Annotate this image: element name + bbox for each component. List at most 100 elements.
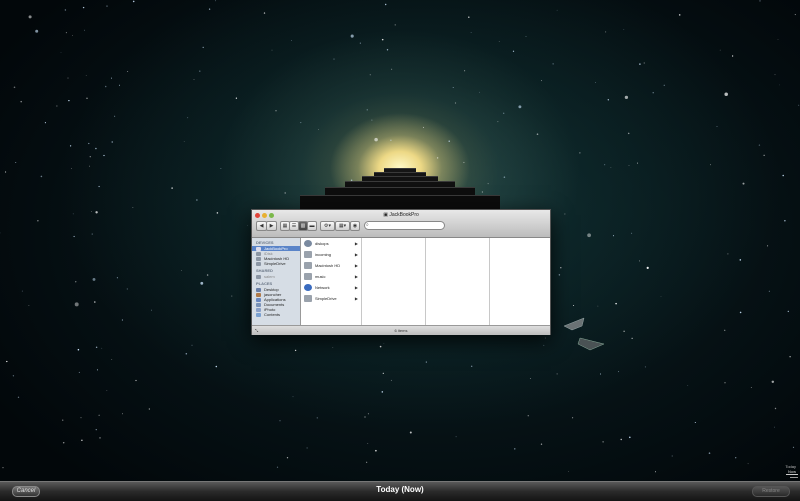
star [63,442,64,443]
star [91,211,92,212]
sidebar-item-salem[interactable]: salem [252,274,300,279]
star [135,380,136,381]
star [557,10,558,11]
star [186,353,188,355]
star [127,288,128,289]
star [284,192,285,193]
star [384,343,385,344]
star [41,176,43,178]
star [15,162,16,163]
star [572,417,573,418]
star [86,98,87,99]
star [488,183,489,184]
star [778,39,779,40]
restore-button[interactable]: Restore [752,486,790,497]
star [579,152,580,153]
quick-look-button[interactable]: ◉ [350,221,360,231]
star [196,199,197,200]
star [81,440,82,441]
star [740,312,742,314]
finder-column-4[interactable] [490,238,549,325]
server-icon [256,275,261,279]
star [764,155,765,156]
forward-button[interactable]: ▶ [266,221,277,231]
back-in-time-arrow-icon[interactable] [564,318,584,330]
star [647,267,649,269]
star [194,79,195,80]
list-item-simpledrive[interactable]: SimpleDrive▶ [301,293,361,304]
coverflow-view-button[interactable]: ▬ [307,221,317,231]
sidebar-item-contents[interactable]: Contents [252,312,300,317]
star [498,121,499,122]
list-item-diskops[interactable]: diskops▶ [301,238,361,249]
star [3,467,4,468]
star [93,278,96,281]
search-field[interactable]: ⌕ [364,221,445,230]
star [295,350,296,351]
star [784,220,785,221]
star [618,371,619,372]
star [605,31,606,32]
finder-titlebar[interactable]: ▣ JackBookPro ◀ ▶ ▦ ☰ ▥ ▬ ⚙▾ ▦▾ ◉ ⌕ [252,210,550,238]
star [464,70,465,71]
computer-icon: ▣ [383,212,388,218]
star [71,168,72,169]
star [61,52,62,53]
timeline-tick[interactable] [790,477,798,478]
star [184,141,185,142]
star [568,471,569,472]
star [513,51,514,52]
timeline-tick[interactable] [786,474,798,475]
star [390,140,391,141]
arrange-menu-button[interactable]: ▦▾ [335,221,350,231]
star [66,32,67,33]
star [679,14,681,16]
star [760,0,761,1]
disclosure-arrow-icon: ▶ [355,282,358,293]
list-item-incoming[interactable]: incoming▶ [301,249,361,260]
action-menu-button[interactable]: ⚙▾ [320,221,335,231]
forward-in-time-arrow-icon[interactable] [578,338,604,350]
star [637,163,638,164]
star [530,378,531,379]
finder-window[interactable]: ▣ JackBookPro ◀ ▶ ▦ ☰ ▥ ▬ ⚙▾ ▦▾ ◉ ⌕ DEVI… [251,209,551,335]
star [99,437,100,438]
star [735,457,736,458]
star [73,214,74,215]
list-item-network[interactable]: Network▶ [301,282,361,293]
star [631,233,632,234]
finder-column-3[interactable] [426,238,490,325]
star [88,143,89,144]
star [275,110,276,111]
star [360,43,361,44]
sidebar-item-simpledrive[interactable]: SimpleDrive [252,261,300,266]
star [18,397,19,398]
star [5,171,6,172]
star [318,129,319,130]
list-item-music[interactable]: music▶ [301,271,361,282]
star [621,439,622,440]
star [351,35,354,38]
finder-column-2[interactable] [362,238,426,325]
star [639,260,640,261]
window-title: ▣ JackBookPro [252,212,550,218]
resize-handle-icon[interactable]: ⤡ [255,326,258,335]
star [499,41,500,42]
star [111,78,112,79]
star [437,157,438,158]
star [65,9,66,10]
star [644,62,645,63]
star [333,59,334,60]
star [382,391,384,393]
star [611,167,612,168]
star [602,441,603,442]
star [514,448,515,449]
list-item-macintosh-hd[interactable]: Macintosh HD▶ [301,260,361,271]
star [133,207,134,208]
star [112,141,113,142]
star [724,382,725,383]
star [99,415,100,416]
star [564,214,565,215]
star [789,356,790,357]
star [92,234,93,235]
